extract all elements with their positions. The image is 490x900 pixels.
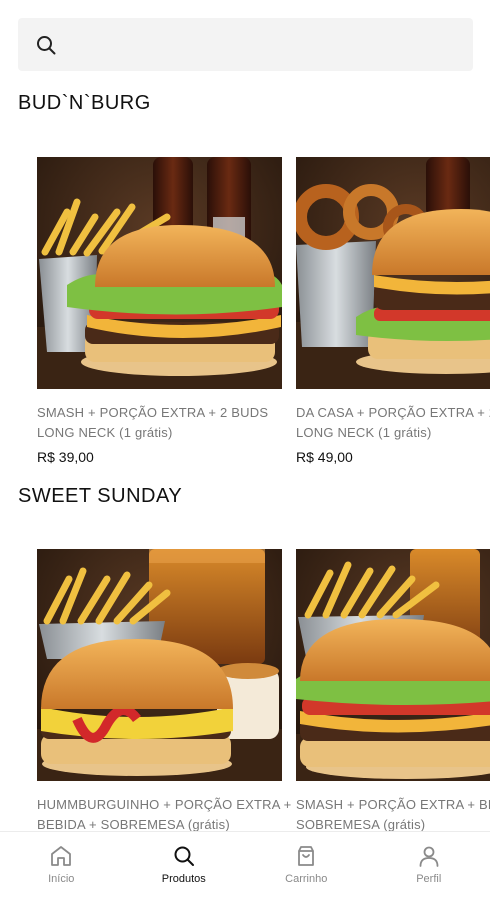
product-price: R$ 39,00 <box>37 449 94 465</box>
home-icon <box>51 846 72 866</box>
search-icon <box>37 35 56 54</box>
nav-label: Início <box>48 873 75 885</box>
section-title: SWEET SUNDAY <box>18 485 183 507</box>
product-name: HUMMBURGUINHO + PORÇÃO EXTRA + BEBIDA + … <box>37 797 292 831</box>
bottom-nav: Início Produtos Carrinho Perfil <box>0 831 490 900</box>
product-name: SMASH + PORÇÃO EXTRA + BEBIDA + SOBREMES… <box>296 797 490 831</box>
nav-item-carrinho[interactable]: Carrinho <box>245 832 368 900</box>
product-card[interactable]: SMASH + PORÇÃO EXTRA + BEBIDA + SOBREMES… <box>296 549 490 831</box>
product-card[interactable]: SMASH + PORÇÃO EXTRA + 2 BUDS LONG NECK … <box>37 157 282 465</box>
person-icon <box>419 846 439 867</box>
nav-label: Produtos <box>161 873 206 885</box>
product-name: DA CASA + PORÇÃO EXTRA + 2 BUDS LONG NEC… <box>296 405 490 440</box>
product-name: SMASH + PORÇÃO EXTRA + 2 BUDS LONG NECK … <box>37 405 269 440</box>
bag-icon <box>298 846 315 866</box>
product-image <box>296 549 490 781</box>
product-row: SMASH + PORÇÃO EXTRA + 2 BUDS LONG NECK … <box>37 157 490 487</box>
product-image <box>37 157 282 389</box>
product-row: HUMMBURGUINHO + PORÇÃO EXTRA + BEBIDA + … <box>37 549 490 831</box>
product-card[interactable]: DA CASA + PORÇÃO EXTRA + 2 BUDS LONG NEC… <box>296 157 490 465</box>
product-image <box>296 157 490 389</box>
product-image <box>37 549 282 781</box>
product-price: R$ 49,00 <box>296 449 353 465</box>
search-bar[interactable] <box>18 18 473 71</box>
nav-item-inicio[interactable]: Início <box>0 832 123 900</box>
search-icon <box>174 846 194 866</box>
nav-item-produtos[interactable]: Produtos <box>123 832 246 900</box>
nav-label: Perfil <box>416 873 442 885</box>
nav-label: Carrinho <box>285 873 328 885</box>
product-card[interactable]: HUMMBURGUINHO + PORÇÃO EXTRA + BEBIDA + … <box>37 549 291 831</box>
section-title: BUD`N`BURG <box>18 92 151 114</box>
search-input[interactable] <box>68 36 448 53</box>
nav-item-perfil[interactable]: Perfil <box>368 832 490 900</box>
